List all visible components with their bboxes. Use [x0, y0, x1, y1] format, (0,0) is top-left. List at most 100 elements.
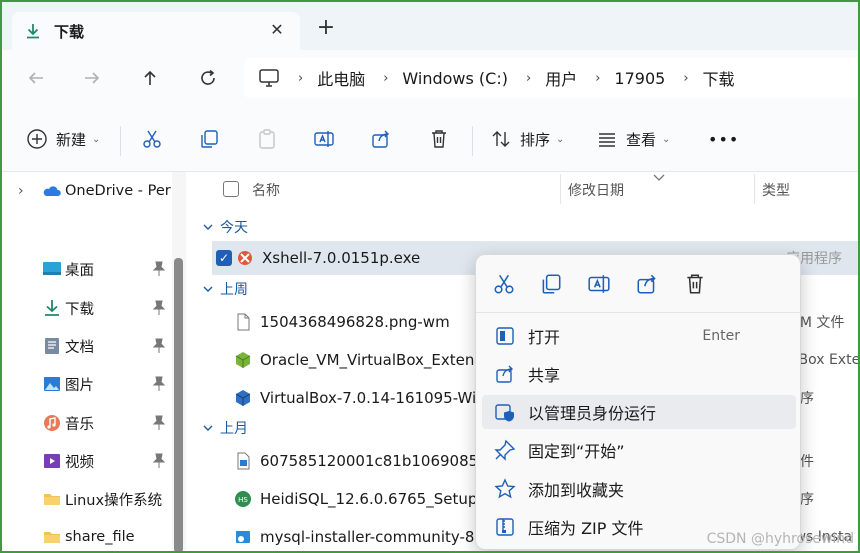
refresh-button[interactable] — [196, 66, 220, 90]
sidebar-item-share-file[interactable]: share_file — [0, 522, 176, 552]
download-icon — [45, 300, 59, 316]
sidebar-item-label: share_file — [65, 529, 135, 545]
expand-chevron-icon[interactable]: › — [0, 183, 42, 199]
back-button[interactable] — [24, 66, 48, 90]
group-header-last-week[interactable]: 上周 — [186, 278, 248, 300]
sort-button[interactable]: 排序 ⌄ — [490, 126, 564, 152]
copy-icon[interactable] — [539, 272, 563, 296]
file-name: 1504368496828.png-wm — [260, 313, 450, 331]
breadcrumb-chevron-icon[interactable]: › — [595, 71, 600, 86]
column-name-header[interactable]: 名称 — [252, 180, 280, 200]
column-header: 名称 修改日期 类型 — [186, 172, 860, 206]
refresh-icon — [201, 69, 215, 85]
breadcrumb-user-folder[interactable]: 17905 — [614, 69, 665, 88]
sidebar-item-music[interactable]: 音乐 — [0, 408, 176, 438]
sidebar-item-desktop[interactable]: 桌面 — [0, 254, 176, 284]
divider — [120, 126, 121, 156]
sidebar-item-linux-folder[interactable]: Linux操作系统 — [0, 484, 176, 514]
pin-icon — [152, 453, 166, 468]
delete-button[interactable] — [428, 126, 450, 152]
folder-icon — [44, 532, 60, 543]
context-menu: 打开 Enter 共享 以管理员身份运行 固定到“开始” 添加到收藏夹 压缩为 … — [475, 254, 802, 550]
file-icon — [237, 313, 250, 331]
paste-button[interactable] — [256, 126, 278, 152]
row-checkbox[interactable]: ✓ — [216, 250, 232, 266]
breadcrumb-users[interactable]: 用户 — [545, 66, 577, 90]
breadcrumb-chevron-icon[interactable]: › — [526, 71, 531, 86]
menu-item-label: 固定到“开始” — [528, 442, 625, 461]
navigation-pane: › OneDrive - Per 桌面 下载 文档 图片 音乐 视频 Linux… — [0, 172, 186, 553]
tab-downloads[interactable]: 下载 ✕ — [12, 12, 300, 50]
sidebar-item-label: 音乐 — [65, 416, 94, 433]
menu-item-pin-to-start[interactable]: 固定到“开始” — [482, 433, 796, 467]
pin-icon — [152, 300, 166, 315]
new-tab-button[interactable]: + — [315, 17, 337, 40]
cut-button[interactable] — [141, 126, 163, 152]
video-icon — [44, 454, 60, 468]
share-button[interactable] — [370, 126, 392, 152]
pin-icon — [494, 439, 516, 461]
breadcrumb-drive-c[interactable]: Windows (C:) — [402, 69, 508, 88]
sidebar-item-pictures[interactable]: 图片 — [0, 369, 176, 399]
sidebar-item-videos[interactable]: 视频 — [0, 446, 176, 476]
breadcrumb-chevron-icon[interactable]: › — [683, 71, 688, 86]
menu-item-run-as-admin[interactable]: 以管理员身份运行 — [482, 395, 796, 429]
group-label: 上月 — [220, 421, 248, 437]
sidebar-item-documents[interactable]: 文档 — [0, 331, 176, 361]
view-button[interactable]: 查看 ⌄ — [596, 126, 670, 152]
zip-icon — [496, 518, 514, 536]
sidebar-item-onedrive[interactable]: › OneDrive - Per — [0, 176, 176, 206]
menu-item-share[interactable]: 共享 — [482, 357, 796, 391]
file-name: 607585120001c81b10690857.jp — [260, 452, 507, 470]
breadcrumb-chevron-icon[interactable]: › — [298, 71, 303, 86]
share-icon[interactable] — [635, 272, 659, 296]
sidebar-item-label: 视频 — [65, 454, 94, 471]
breadcrumb-chevron-icon[interactable]: › — [383, 71, 388, 86]
sidebar-item-downloads[interactable]: 下载 — [0, 293, 176, 323]
column-divider[interactable] — [754, 174, 755, 204]
breadcrumb-this-pc[interactable]: 此电脑 — [317, 66, 365, 90]
share-icon — [372, 130, 389, 148]
breadcrumb-downloads[interactable]: 下载 — [703, 66, 735, 90]
virtualbox-ext-icon — [235, 352, 251, 368]
sidebar-item-label: 桌面 — [65, 262, 94, 279]
up-button[interactable] — [138, 66, 162, 90]
new-button[interactable]: 新建 ⌄ — [26, 126, 100, 152]
column-type-header[interactable]: 类型 — [762, 180, 790, 200]
menu-item-label: 添加到收藏夹 — [528, 481, 625, 500]
rename-button[interactable] — [313, 126, 335, 152]
address-bar[interactable]: › 此电脑 › Windows (C:) › 用户 › 17905 › 下载 — [244, 58, 860, 98]
column-divider[interactable] — [560, 174, 561, 204]
trash-icon — [432, 130, 446, 148]
menu-item-open[interactable]: 打开 Enter — [482, 319, 796, 353]
pictures-icon — [44, 377, 60, 391]
plus-circle-icon — [27, 129, 47, 149]
rename-icon[interactable] — [587, 272, 611, 296]
forward-button[interactable] — [80, 66, 104, 90]
sidebar-item-label: 文档 — [65, 339, 94, 356]
more-options-button[interactable]: ••• — [708, 126, 739, 152]
group-header-last-month[interactable]: 上月 — [186, 417, 248, 439]
copy-button[interactable] — [198, 126, 220, 152]
sidebar-scrollbar-thumb[interactable] — [174, 258, 183, 553]
tab-close-button[interactable]: ✕ — [268, 21, 286, 39]
sort-chevron-icon — [653, 174, 665, 181]
column-modified-header[interactable]: 修改日期 — [568, 180, 624, 200]
scissors-icon[interactable] — [492, 272, 516, 296]
sidebar-item-label: 下载 — [65, 301, 94, 318]
menu-item-add-to-favorites[interactable]: 添加到收藏夹 — [482, 472, 796, 506]
document-icon — [45, 338, 59, 354]
file-name: Xshell-7.0.0151p.exe — [262, 249, 421, 267]
clipboard-icon — [259, 129, 275, 149]
file-name: VirtualBox-7.0.14-161095-Win.e — [260, 389, 500, 407]
chevron-down-icon — [203, 286, 213, 292]
share-icon — [496, 365, 513, 383]
group-header-today[interactable]: 今天 — [186, 216, 248, 238]
pin-icon — [152, 338, 166, 353]
view-list-icon — [599, 133, 615, 147]
arrow-left-icon — [28, 72, 43, 84]
trash-icon[interactable] — [683, 272, 707, 296]
menu-item-label: 共享 — [528, 366, 561, 385]
sort-icon — [492, 131, 510, 147]
select-all-checkbox[interactable] — [223, 181, 239, 197]
